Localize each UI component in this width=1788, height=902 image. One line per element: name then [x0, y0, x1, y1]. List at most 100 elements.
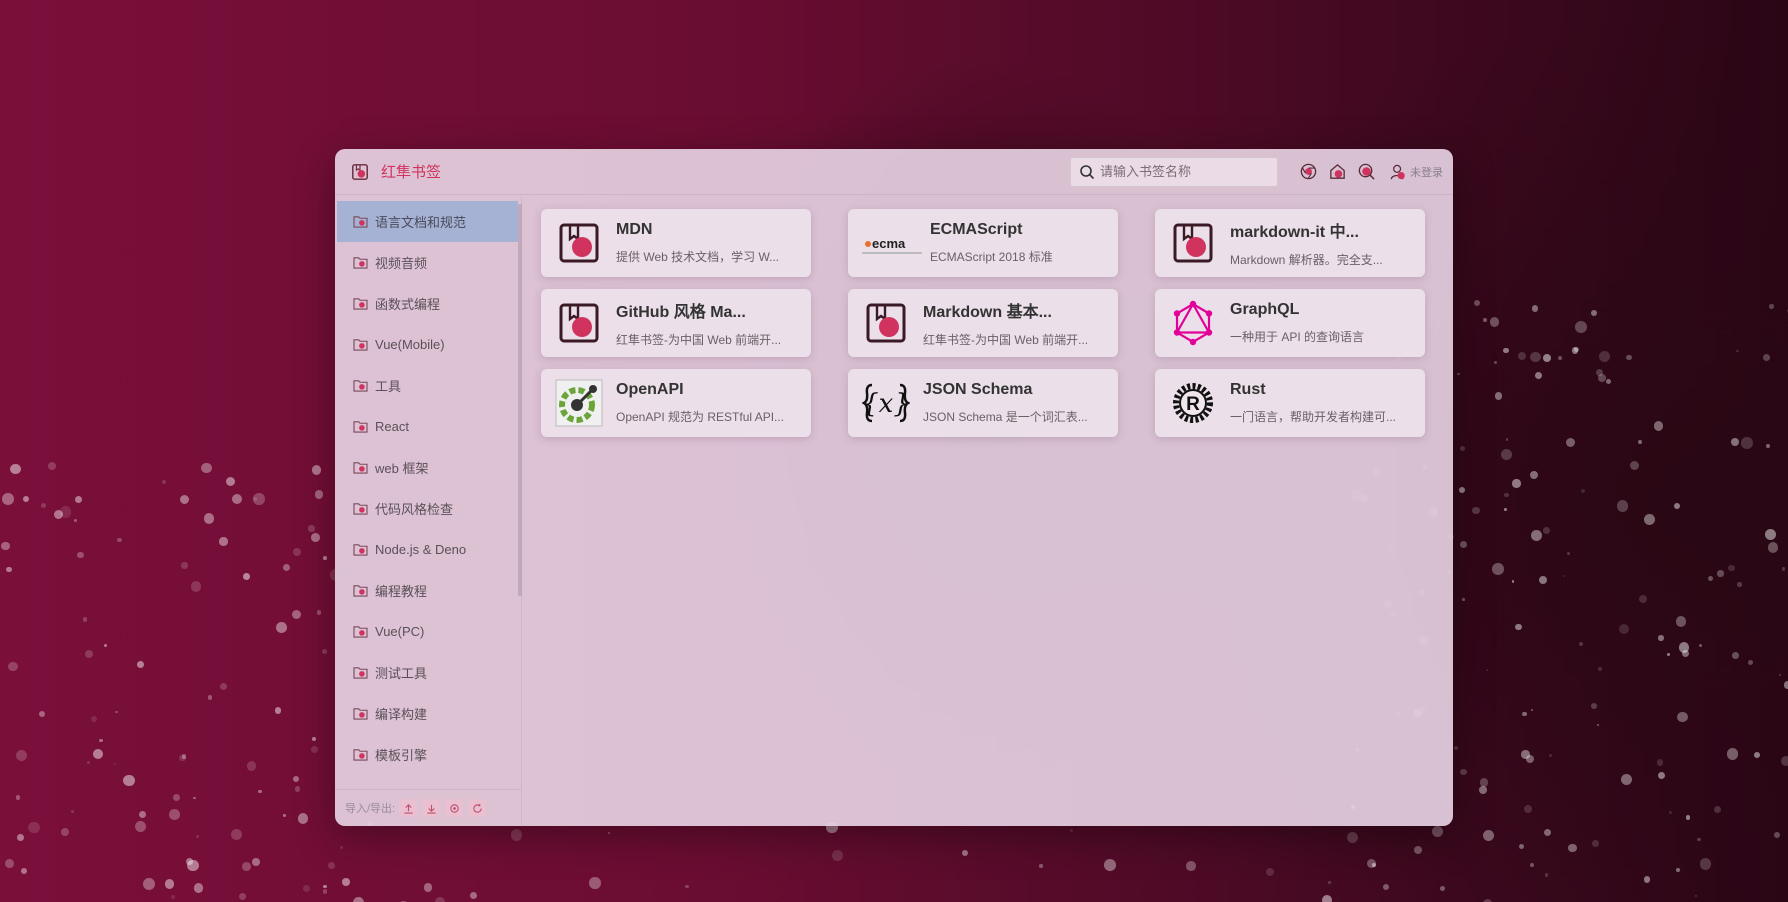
sidebar-item[interactable]: Node.js & Deno [337, 529, 518, 570]
sidebar-item[interactable]: 测试工具 [337, 652, 518, 693]
bookmark-icon [1169, 219, 1217, 267]
bookmark-card[interactable]: MDN 提供 Web 技术文档，学习 W... [541, 209, 811, 277]
bookmark-title: OpenAPI [616, 381, 684, 398]
sidebar-item-label: Vue(PC) [375, 624, 425, 639]
sidebar-item[interactable]: Vue(PC) [337, 611, 518, 652]
sidebar-item-label: 编译构建 [375, 707, 428, 722]
app-title: 红隼书签 [381, 164, 442, 181]
bookmark-description: 一种用于 API 的查询语言 [1230, 330, 1365, 344]
bookmark-description: JSON Schema 是一个词汇表... [923, 410, 1088, 424]
bookmark-card[interactable]: GitHub 风格 Ma... 红隼书签-为中国 Web 前端开... [541, 289, 811, 357]
bookmark-icon [862, 299, 910, 347]
import-export-bar: 导入/导出: [335, 789, 521, 826]
bookmark-card-text: Markdown 基本... 红隼书签-为中国 Web 前端开... [923, 298, 1088, 348]
sidebar-item[interactable]: 模板引擎 [337, 734, 518, 775]
svg-text:{x}: {x} [862, 389, 910, 419]
bookmark-card[interactable]: markdown-it 中... Markdown 解析器。完全支... [1155, 209, 1425, 277]
upload-button[interactable] [399, 799, 418, 817]
sidebar-item-label: 编程教程 [375, 584, 428, 599]
bookmark-grid: MDN 提供 Web 技术文档，学习 W... ecma ECMAScript ECMA… [541, 209, 1425, 437]
sidebar-item[interactable]: Vue(Mobile) [337, 324, 518, 365]
sidebar-item-label: React [375, 419, 409, 434]
sidebar-item[interactable]: 编程教程 [337, 570, 518, 611]
sidebar-scrollbar[interactable] [518, 204, 522, 596]
folder-icon [353, 666, 375, 679]
search-input[interactable] [1100, 164, 1269, 179]
bookmark-card[interactable]: {x} JSON Schema JSON Schema 是一个词汇表... [848, 369, 1118, 437]
bookmark-description: 红隼书签-为中国 Web 前端开... [616, 333, 782, 347]
sidebar: 语言文档和规范视频音频函数式编程 Vue(Mobile) 工具 React web 框架… [335, 196, 522, 826]
bookmark-description: 一门语言，帮助开发者构建可... [1230, 410, 1397, 424]
bookmark-description: 提供 Web 技术文档，学习 W... [616, 250, 780, 264]
sidebar-item-label: 视频音频 [375, 256, 428, 271]
download-button[interactable] [422, 799, 441, 817]
category-list: 语言文档和规范视频音频函数式编程 Vue(Mobile) 工具 React web 框架… [337, 201, 518, 775]
bookmark-card[interactable]: Markdown 基本... 红隼书签-为中国 Web 前端开... [848, 289, 1118, 357]
sidebar-item[interactable]: 编译构建 [337, 693, 518, 734]
bookmark-card[interactable]: OpenAPI OpenAPI 规范为 RESTful API... [541, 369, 811, 437]
chrome-icon[interactable] [1299, 162, 1318, 181]
folder-icon [353, 215, 375, 228]
bookmark-card-text: ECMAScript ECMAScript 2018 标准 [930, 221, 1053, 265]
bookmark-title: MDN [616, 221, 653, 238]
folder-icon [353, 297, 375, 310]
folder-icon [353, 584, 375, 597]
user-status-label: 未登录 [1410, 166, 1443, 179]
sidebar-item[interactable]: 代码风格检查 [337, 488, 518, 529]
login-status[interactable]: 未登录 [1389, 163, 1443, 181]
folder-icon [353, 420, 375, 433]
sidebar-item-label: 模板引擎 [375, 748, 428, 763]
bookmark-title: GraphQL [1230, 301, 1300, 318]
rust-icon: R [1169, 379, 1217, 427]
bookmark-title: markdown-it 中... [1230, 224, 1359, 241]
app-logo-icon [352, 163, 368, 180]
openapi-icon [555, 379, 603, 427]
refresh-button[interactable] [468, 799, 487, 817]
sidebar-item[interactable]: web 框架 [337, 447, 518, 488]
bookmark-card[interactable]: ecma ECMAScript ECMAScript 2018 标准 [848, 209, 1118, 277]
app-window: 红隼书签 请输入书签名称 未登录 语言文档和规范 视频音频 函数式编程 Vue(… [335, 149, 1453, 826]
sidebar-item-label: 测试工具 [375, 666, 428, 681]
bookmark-card[interactable]: R Rust 一门语言，帮助开发者构建可... [1155, 369, 1425, 437]
bookmark-description: 红隼书签-为中国 Web 前端开... [923, 333, 1089, 347]
search-engine-icon[interactable] [1357, 162, 1376, 181]
settings-icon [449, 803, 459, 813]
settings-button[interactable] [445, 799, 464, 817]
search-box[interactable] [1070, 156, 1278, 187]
sidebar-item[interactable]: 视频音频 [337, 242, 518, 283]
search-icon [1080, 164, 1095, 179]
folder-icon [353, 379, 375, 392]
bookmark-title: GitHub 风格 Ma... [616, 304, 746, 321]
bookmark-card-text: JSON Schema JSON Schema 是一个词汇表... [923, 381, 1088, 425]
sidebar-item-label: Node.js & Deno [375, 542, 467, 557]
home-icon[interactable] [1328, 162, 1347, 181]
sidebar-item-label: 代码风格检查 [375, 502, 454, 517]
bookmark-title: Rust [1230, 381, 1266, 398]
sidebar-item[interactable]: 函数式编程 [337, 283, 518, 324]
folder-icon [353, 748, 375, 761]
header: 红隼书签 请输入书签名称 未登录 [335, 149, 1453, 195]
svg-text:R: R [1186, 394, 1200, 415]
bookmark-description: OpenAPI 规范为 RESTful API... [616, 410, 785, 424]
refresh-icon [472, 803, 482, 813]
graphql-icon [1169, 299, 1217, 347]
bookmark-card[interactable]: GraphQL 一种用于 API 的查询语言 [1155, 289, 1425, 357]
sidebar-item[interactable]: 工具 [337, 365, 518, 406]
ecma-logo-text: ecma [872, 236, 906, 251]
bookmark-title: ECMAScript [930, 221, 1023, 238]
folder-icon [353, 338, 375, 351]
folder-icon [353, 502, 375, 515]
sidebar-item-label: 工具 [375, 379, 402, 394]
sidebar-item-label: web 框架 [375, 461, 429, 476]
bookmark-card-text: OpenAPI OpenAPI 规范为 RESTful API... [616, 381, 784, 425]
bookmark-card-text: MDN 提供 Web 技术文档，学习 W... [616, 221, 779, 265]
bookmark-card-text: GraphQL 一种用于 API 的查询语言 [1230, 301, 1364, 345]
sidebar-item[interactable]: React [337, 406, 518, 447]
folder-icon [353, 256, 375, 269]
sidebar-item[interactable]: 语言文档和规范 [337, 201, 518, 242]
bookmark-title: Markdown 基本... [923, 304, 1052, 321]
folder-icon [353, 543, 375, 556]
bookmark-card-text: GitHub 风格 Ma... 红隼书签-为中国 Web 前端开... [616, 298, 781, 348]
json-schema-icon: {x} [862, 379, 910, 427]
bookmark-icon [555, 299, 603, 347]
